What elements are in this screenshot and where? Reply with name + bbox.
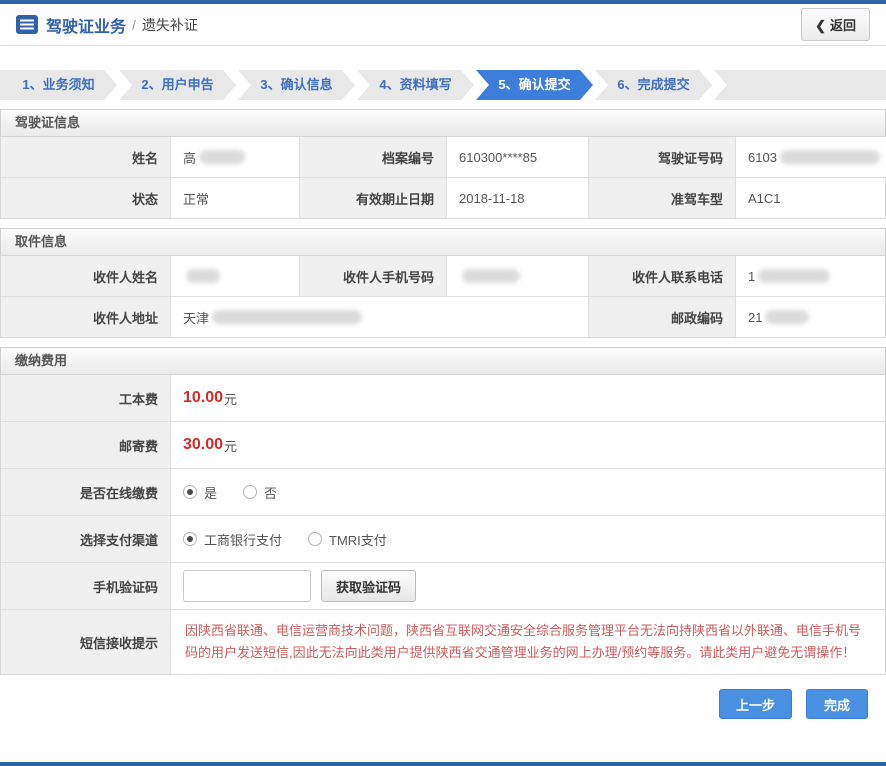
- step-bar-filler: [714, 70, 886, 100]
- sms-notice-text: 因陕西省联通、电信运营商技术问题，陕西省互联网交通安全综合服务管理平台无法向持陕…: [171, 610, 885, 674]
- redacted-text: [758, 269, 830, 283]
- section-title-license: 驾驶证信息: [0, 109, 886, 137]
- label-name: 姓名: [1, 137, 171, 177]
- value-status: 正常: [171, 178, 300, 218]
- radio-button-icon: [183, 485, 197, 499]
- get-sms-code-button[interactable]: 获取验证码: [321, 570, 416, 602]
- page-title: 驾驶证业务: [46, 13, 126, 37]
- value-valid-until: 2018-11-18: [447, 178, 589, 218]
- table-row: 姓名 高 档案编号 610300****85 驾驶证号码 6103: [1, 137, 885, 177]
- section-pickup-info: 取件信息 收件人姓名 收件人手机号码 收件人联系电话 1 收件人地址 天津 邮政…: [0, 228, 886, 338]
- table-row: 是否在线缴费 是 否: [1, 468, 885, 515]
- fees-table: 工本费 10.00元 邮寄费 30.00元 是否在线缴费 是 否 选择支付渠道 …: [0, 375, 886, 675]
- table-row: 邮寄费 30.00元: [1, 421, 885, 468]
- previous-step-button[interactable]: 上一步: [719, 689, 792, 719]
- label-license-number: 驾驶证号码: [589, 137, 736, 177]
- table-row: 工本费 10.00元: [1, 375, 885, 421]
- table-row: 状态 正常 有效期止日期 2018-11-18 准驾车型 A1C1: [1, 177, 885, 218]
- redacted-text: [186, 269, 220, 283]
- table-row: 选择支付渠道 工商银行支付 TMRI支付: [1, 515, 885, 562]
- step-6-complete-submit[interactable]: 6、完成提交: [595, 70, 712, 100]
- pickup-table: 收件人姓名 收件人手机号码 收件人联系电话 1 收件人地址 天津 邮政编码 21: [0, 256, 886, 338]
- fee-unit: 元: [224, 389, 237, 408]
- redacted-text: [212, 310, 362, 324]
- label-status: 状态: [1, 178, 171, 218]
- header-bar: 驾驶证业务 / 遗失补证 ❮ 返回: [0, 4, 886, 46]
- back-button-label: 返回: [830, 18, 856, 33]
- label-recipient-phone: 收件人联系电话: [589, 256, 736, 296]
- label-vehicle-class: 准驾车型: [589, 178, 736, 218]
- value-recipient-name: [171, 256, 300, 296]
- step-5-confirm-submit-active[interactable]: 5、确认提交: [476, 70, 593, 100]
- step-4-fill-data[interactable]: 4、资料填写: [357, 70, 474, 100]
- table-row: 短信接收提示 因陕西省联通、电信运营商技术问题，陕西省互联网交通安全综合服务管理…: [1, 609, 885, 674]
- fee-unit: 元: [224, 436, 237, 455]
- bottom-accent-line: [0, 762, 886, 766]
- label-file-number: 档案编号: [300, 137, 447, 177]
- label-recipient-address: 收件人地址: [1, 297, 171, 337]
- sms-code-input[interactable]: [183, 570, 311, 602]
- label-postcode: 邮政编码: [589, 297, 736, 337]
- redacted-text: [462, 269, 520, 283]
- radio-button-icon: [243, 485, 257, 499]
- value-name: 高: [171, 137, 300, 177]
- step-1-business-notice[interactable]: 1、业务须知: [0, 70, 117, 100]
- value-postage-fee: 30.00元: [171, 422, 885, 468]
- table-row: 收件人姓名 收件人手机号码 收件人联系电话 1: [1, 256, 885, 296]
- page: 驾驶证业务 / 遗失补证 ❮ 返回 1、业务须知 2、用户申告 3、确认信息 4、…: [0, 0, 886, 766]
- value-postcode: 21: [736, 297, 885, 337]
- redacted-text: [780, 150, 880, 164]
- label-valid-until: 有效期止日期: [300, 178, 447, 218]
- redacted-text: [199, 150, 245, 164]
- value-license-number: 6103: [736, 137, 886, 177]
- value-production-fee: 10.00元: [171, 375, 885, 421]
- value-recipient-phone: 1: [736, 256, 885, 296]
- step-2-user-declaration[interactable]: 2、用户申告: [119, 70, 236, 100]
- label-production-fee: 工本费: [1, 375, 171, 421]
- section-title-pickup: 取件信息: [0, 228, 886, 256]
- fee-amount: 10.00: [183, 389, 223, 407]
- label-sms-notice: 短信接收提示: [1, 610, 171, 674]
- sms-code-field: 获取验证码: [171, 563, 885, 609]
- section-title-fees: 缴纳费用: [0, 347, 886, 375]
- value-recipient-address: 天津: [171, 297, 589, 337]
- online-payment-options: 是 否: [171, 469, 885, 515]
- breadcrumb-current: 遗失补证: [142, 15, 198, 35]
- radio-tmri-pay[interactable]: TMRI支付: [308, 530, 387, 549]
- step-wizard: 1、业务须知 2、用户申告 3、确认信息 4、资料填写 5、确认提交 6、完成提…: [0, 70, 886, 100]
- label-sms-code: 手机验证码: [1, 563, 171, 609]
- label-online-payment: 是否在线缴费: [1, 469, 171, 515]
- footer-actions: 上一步 完成: [0, 675, 886, 719]
- radio-button-icon: [308, 532, 322, 546]
- value-vehicle-class: A1C1: [736, 178, 885, 218]
- radio-yes[interactable]: 是: [183, 483, 217, 502]
- payment-channel-options: 工商银行支付 TMRI支付: [171, 516, 885, 562]
- radio-no[interactable]: 否: [243, 483, 277, 502]
- back-button[interactable]: ❮ 返回: [801, 8, 870, 41]
- radio-button-icon: [183, 532, 197, 546]
- step-3-confirm-info[interactable]: 3、确认信息: [238, 70, 355, 100]
- fee-amount: 30.00: [183, 436, 223, 454]
- redacted-text: [765, 310, 809, 324]
- finish-button[interactable]: 完成: [806, 689, 868, 719]
- license-table: 姓名 高 档案编号 610300****85 驾驶证号码 6103 状态 正常 …: [0, 137, 886, 219]
- section-license-info: 驾驶证信息 姓名 高 档案编号 610300****85 驾驶证号码 6103 …: [0, 109, 886, 219]
- chevron-left-icon: ❮: [815, 18, 826, 33]
- table-row: 收件人地址 天津 邮政编码 21: [1, 296, 885, 337]
- breadcrumb-divider: /: [132, 17, 136, 33]
- label-postage-fee: 邮寄费: [1, 422, 171, 468]
- table-row: 手机验证码 获取验证码: [1, 562, 885, 609]
- value-recipient-mobile: [447, 256, 589, 296]
- label-payment-channel: 选择支付渠道: [1, 516, 171, 562]
- label-recipient-mobile: 收件人手机号码: [300, 256, 447, 296]
- form-list-icon: [16, 15, 38, 34]
- radio-icbc-pay[interactable]: 工商银行支付: [183, 530, 282, 549]
- value-file-number: 610300****85: [447, 137, 589, 177]
- label-recipient-name: 收件人姓名: [1, 256, 171, 296]
- section-fees: 缴纳费用 工本费 10.00元 邮寄费 30.00元 是否在线缴费 是 否 选择…: [0, 347, 886, 675]
